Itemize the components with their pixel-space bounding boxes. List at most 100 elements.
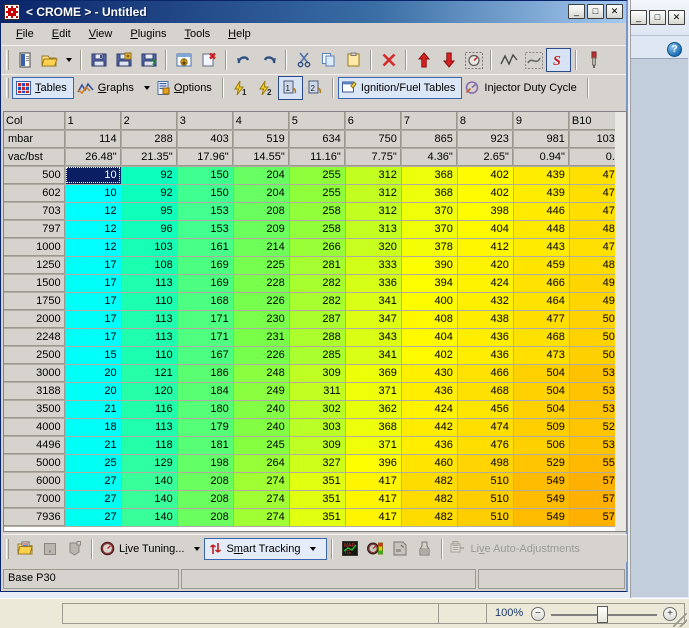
table-cell[interactable]: 25 <box>65 454 122 473</box>
tables-button[interactable]: Tables <box>12 76 74 99</box>
table-cell[interactable]: 169 <box>177 274 234 293</box>
table-cell[interactable]: 113 <box>121 418 178 437</box>
save-button[interactable] <box>86 48 111 72</box>
table-cell[interactable]: 529 <box>513 454 570 473</box>
column-header-3[interactable]: 3 <box>177 112 234 131</box>
table-cell[interactable]: 333 <box>345 256 402 275</box>
graphs-dropdown-arrow[interactable] <box>143 85 150 90</box>
table-cell[interactable]: 288 <box>289 328 346 347</box>
table-row[interactable]: 1000 12 103 161 214 266 320 378 412 443 473 <box>4 238 626 257</box>
table-cell[interactable]: 230 <box>233 310 290 329</box>
table-cell[interactable]: 371 <box>345 382 402 401</box>
table-cell[interactable]: 168 <box>177 292 234 311</box>
table-cell[interactable]: 482 <box>401 472 458 491</box>
table-cell[interactable]: 303 <box>289 418 346 437</box>
table-cell[interactable]: 113 <box>121 328 178 347</box>
table-cell[interactable]: 186 <box>177 364 234 383</box>
table-row[interactable]: 4000 18 113 179 240 303 368 442 474 509 529 <box>4 418 626 437</box>
open-file-dropdown-arrow[interactable] <box>66 58 72 62</box>
table-row[interactable]: 3188 20 120 184 249 311 371 436 468 504 533 <box>4 382 626 401</box>
row-header-rpm[interactable]: 4496 <box>4 436 66 455</box>
table-cell[interactable]: 181 <box>177 436 234 455</box>
table-cell[interactable]: 95 <box>121 202 178 221</box>
paste-button[interactable] <box>341 48 366 72</box>
row-header-rpm[interactable]: 2000 <box>4 310 66 329</box>
table-cell[interactable]: 312 <box>345 202 402 221</box>
row-header-rpm[interactable]: 2248 <box>4 328 66 347</box>
table-cell[interactable]: 129 <box>121 454 178 473</box>
table-cell[interactable]: 204 <box>233 166 290 185</box>
table-cell[interactable]: 510 <box>457 472 514 491</box>
table-cell[interactable]: 198 <box>177 454 234 473</box>
outer-minimize-button[interactable]: _ <box>630 10 647 25</box>
table-row[interactable]: 602 10 92 150 204 255 312 368 402 439 475 <box>4 184 626 203</box>
table-cell[interactable]: 394 <box>401 274 458 293</box>
table-cell[interactable]: 17 <box>65 256 122 275</box>
menu-edit[interactable]: Edit <box>43 25 80 43</box>
table-cell[interactable]: 167 <box>177 346 234 365</box>
copy-button[interactable] <box>316 48 341 72</box>
table-cell[interactable]: 390 <box>401 256 458 275</box>
table-cell[interactable]: 504 <box>513 364 570 383</box>
table-cell[interactable]: 398 <box>457 202 514 221</box>
table-cell[interactable]: 10 <box>65 166 122 185</box>
table-cell[interactable]: 549 <box>513 490 570 509</box>
table-cell[interactable]: 510 <box>457 508 514 527</box>
sensor-probe-button[interactable] <box>412 537 437 561</box>
table-row[interactable]: 1750 17 110 168 226 282 341 400 432 464 497 <box>4 292 626 311</box>
smart-tracking-dropdown-arrow[interactable] <box>310 546 317 551</box>
table-cell[interactable]: 184 <box>177 382 234 401</box>
close-file-button[interactable] <box>196 48 221 72</box>
table-cell[interactable]: 274 <box>233 508 290 527</box>
table-cell[interactable]: 208 <box>177 472 234 491</box>
table-cell[interactable]: 27 <box>65 472 122 491</box>
table-cell[interactable]: 116 <box>121 400 178 419</box>
table-cell[interactable]: 506 <box>513 436 570 455</box>
table-row[interactable]: 7000 27 140 208 274 351 417 482 510 549 572 <box>4 490 626 509</box>
table-cell[interactable]: 320 <box>345 238 402 257</box>
table-cell[interactable]: 92 <box>121 184 178 203</box>
column-header-5[interactable]: 5 <box>289 112 346 131</box>
table-cell[interactable]: 108 <box>121 256 178 275</box>
row-header-rpm[interactable]: 4000 <box>4 418 66 437</box>
table-cell[interactable]: 448 <box>513 220 570 239</box>
increase-button[interactable] <box>411 48 436 72</box>
table-cell[interactable]: 21 <box>65 400 122 419</box>
table-cell[interactable]: 110 <box>121 346 178 365</box>
row-header-rpm[interactable]: 1250 <box>4 256 66 275</box>
table-cell[interactable]: 404 <box>401 328 458 347</box>
injector-duty-cycle-button[interactable]: Injector Duty Cycle <box>462 77 582 99</box>
table-cell[interactable]: 161 <box>177 238 234 257</box>
table-cell[interactable]: 17 <box>65 274 122 293</box>
row-header-rpm[interactable]: 1750 <box>4 292 66 311</box>
table-cell[interactable]: 140 <box>121 472 178 491</box>
ignition-fuel-tables-button[interactable]: Ignition/Fuel Tables <box>337 76 463 99</box>
table-cell[interactable]: 255 <box>289 184 346 203</box>
table-cell[interactable]: 341 <box>345 292 402 311</box>
table-cell[interactable]: 439 <box>513 184 570 203</box>
table-cell[interactable]: 309 <box>289 436 346 455</box>
row-header-rpm[interactable]: 5000 <box>4 454 66 473</box>
table-cell[interactable]: 20 <box>65 382 122 401</box>
row-header-rpm[interactable]: 797 <box>4 220 66 239</box>
live-auto-adjustments-button[interactable]: Live Auto-Adjustments <box>447 538 585 560</box>
table-cell[interactable]: 21 <box>65 436 122 455</box>
table-cell[interactable]: 92 <box>121 166 178 185</box>
table-cell[interactable]: 474 <box>457 418 514 437</box>
table-cell[interactable]: 477 <box>513 310 570 329</box>
table-cell[interactable]: 362 <box>345 400 402 419</box>
table-cell[interactable]: 180 <box>177 400 234 419</box>
table-cell[interactable]: 208 <box>233 202 290 221</box>
table-cell[interactable]: 482 <box>401 508 458 527</box>
table-cell[interactable]: 351 <box>289 490 346 509</box>
table-cell[interactable]: 240 <box>233 400 290 419</box>
table-cell[interactable]: 442 <box>401 418 458 437</box>
row-header-rpm[interactable]: 7000 <box>4 490 66 509</box>
fuel-bolt-1-button[interactable]: 1 <box>228 76 253 100</box>
live-tuning-button[interactable]: Live Tuning... <box>97 538 190 560</box>
table-cell[interactable]: 510 <box>457 490 514 509</box>
table-row[interactable]: 1250 17 108 169 225 281 333 390 420 459 484 <box>4 256 626 275</box>
column-header-1[interactable]: 1 <box>65 112 122 131</box>
fuel-bolt-2-button[interactable]: 2 <box>253 76 278 100</box>
table-cell[interactable]: 402 <box>401 346 458 365</box>
